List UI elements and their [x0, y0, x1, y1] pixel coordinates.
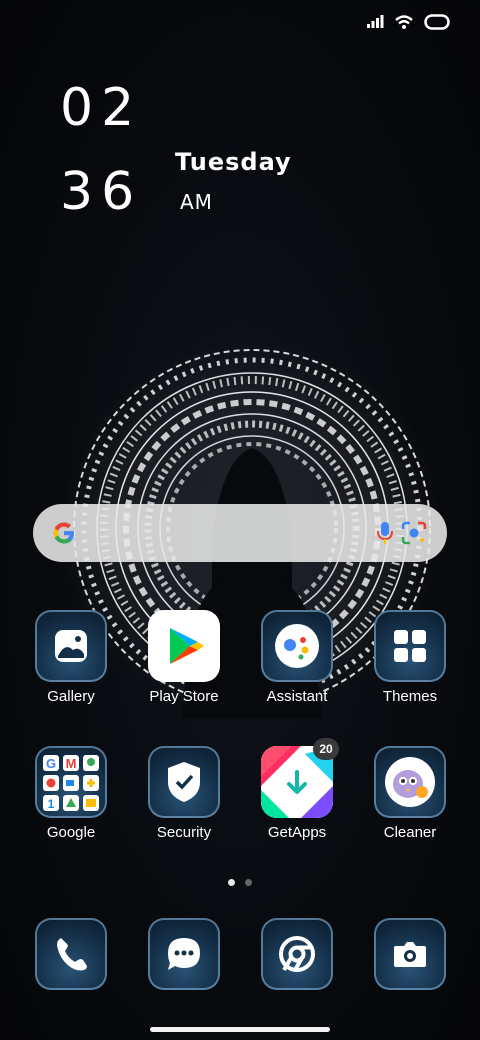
cleaner-icon [374, 746, 446, 818]
clock-day[interactable]: Tuesday [175, 148, 292, 176]
gallery-icon [35, 610, 107, 682]
app-gallery[interactable]: Gallery [16, 610, 126, 705]
dock-camera[interactable] [355, 918, 465, 990]
svg-text:M: M [66, 756, 77, 771]
notification-badge: 20 [313, 738, 339, 760]
page-indicator [228, 879, 252, 886]
app-security[interactable]: Security [129, 746, 239, 841]
app-label: Themes [382, 688, 438, 705]
page-dot-active [228, 879, 235, 886]
google-folder-icon: G M 1 [35, 746, 107, 818]
messages-icon [148, 918, 220, 990]
app-assistant[interactable]: Assistant [242, 610, 352, 705]
app-themes[interactable]: Themes [355, 610, 465, 705]
svg-text:G: G [46, 756, 56, 771]
app-getapps[interactable]: 20 GetApps [242, 738, 352, 841]
wifi-icon [395, 15, 413, 29]
lens-icon[interactable] [400, 520, 428, 546]
google-search-bar[interactable] [33, 504, 447, 562]
signal-icon [367, 15, 384, 28]
svg-text:1: 1 [48, 797, 55, 811]
app-play-store[interactable]: Play Store [129, 610, 239, 705]
page-dot [245, 879, 252, 886]
dock-phone[interactable] [16, 918, 126, 990]
play-store-icon [148, 610, 220, 682]
mic-icon[interactable] [375, 520, 395, 546]
dock-chrome[interactable] [242, 918, 352, 990]
app-label: Cleaner [383, 824, 437, 841]
status-bar [366, 14, 450, 30]
app-label: Gallery [47, 688, 95, 705]
getapps-icon: 20 [261, 738, 339, 818]
chrome-icon [261, 918, 333, 990]
home-indicator[interactable] [150, 1027, 330, 1032]
phone-icon [35, 918, 107, 990]
security-icon [148, 746, 220, 818]
dock-messages[interactable] [129, 918, 239, 990]
app-label: Play Store [149, 688, 219, 705]
google-g-icon [53, 522, 74, 544]
app-label: Assistant [266, 688, 328, 705]
clock-hour[interactable]: 02 [60, 78, 142, 138]
assistant-icon [261, 610, 333, 682]
app-label: Google [46, 824, 96, 841]
camera-icon [374, 918, 446, 990]
battery-icon [424, 14, 450, 30]
clock-ampm[interactable]: AM [180, 190, 213, 214]
app-cleaner[interactable]: Cleaner [355, 746, 465, 841]
app-label: GetApps [267, 824, 327, 841]
app-google-folder[interactable]: G M 1 Google [16, 746, 126, 841]
clock-minute[interactable]: 36 [60, 162, 142, 222]
app-label: Security [156, 824, 212, 841]
themes-icon [374, 610, 446, 682]
